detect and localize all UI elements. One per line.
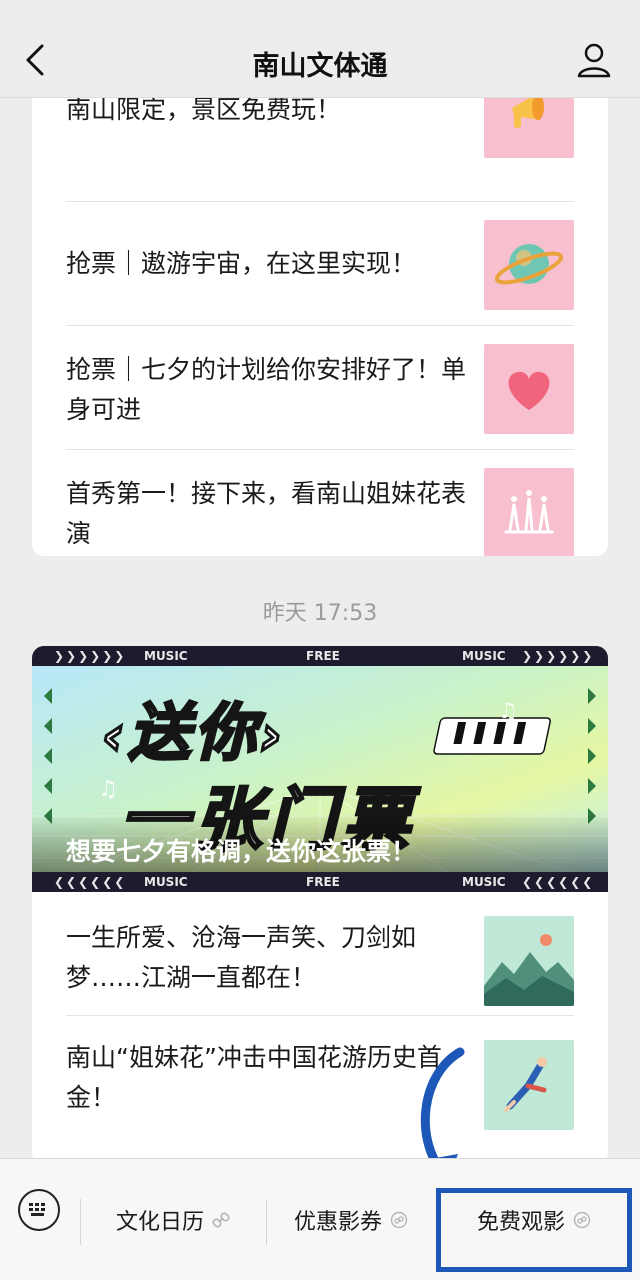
swimmers-thumb [484, 468, 574, 556]
music-note-icon: ♫ [498, 699, 518, 724]
diver-icon [504, 1057, 547, 1112]
article-title: 抢票｜遨游宇宙，在这里实现！ [66, 249, 417, 278]
article-card-bottom: ❯❯❯❯❯❯ MUSIC FREE MUSIC ❯❯❯❯❯❯ ♫ ♫ ‹送你› … [32, 646, 608, 1158]
mini-program-icon [573, 1211, 591, 1229]
article-title: 抢票｜七夕的计划给你安排好了！单身可进 [66, 355, 467, 424]
heart-thumb [484, 344, 574, 434]
article-row[interactable]: 首秀第一！接下来，看南山姐妹花表演 [66, 450, 574, 556]
chevrons-icon: ❮❮❮❮❮❮ [522, 875, 595, 889]
article-title: 南山限定，景区免费玩！ [66, 98, 342, 124]
mini-program-icon [390, 1211, 408, 1229]
banner-strip-label: MUSIC [144, 875, 188, 889]
link-icon [212, 1212, 230, 1228]
menu-item-label: 优惠影券 [293, 1210, 382, 1235]
planet-icon [494, 244, 564, 285]
banner-top-strip: ❯❯❯❯❯❯ MUSIC FREE MUSIC ❯❯❯❯❯❯ [32, 646, 608, 666]
banner-strip-label: MUSIC [462, 649, 506, 663]
menu-item-label: 文化日历 [115, 1210, 204, 1235]
swimmers-icon [504, 490, 554, 534]
planet-thumb [484, 220, 574, 310]
mountain-landscape-icon [484, 934, 574, 1006]
keyboard-toggle-button[interactable] [18, 1189, 60, 1231]
message-feed[interactable]: 南山限定，景区免费玩！ 抢票｜遨游宇宙，在这里实现！ 抢票｜七夕的计划给你安排好… [0, 98, 640, 1158]
article-card-top: 南山限定，景区免费玩！ 抢票｜遨游宇宙，在这里实现！ 抢票｜七夕的计划给你安排好… [32, 98, 608, 556]
menu-item-free-movie[interactable]: 免费观影 [436, 1159, 632, 1280]
profile-icon[interactable] [574, 40, 614, 80]
banner-strip-label: MUSIC [144, 649, 188, 663]
heart-icon [508, 371, 550, 410]
landscape-thumb [484, 916, 574, 1006]
article-row[interactable]: 南山限定，景区免费玩！ [66, 98, 574, 202]
banner-art-line1: ‹送你› [100, 695, 287, 771]
top-nav-bar: 南山文体通 [0, 0, 640, 98]
menu-item-discount-tickets[interactable]: 优惠影券 [266, 1159, 436, 1280]
banner-strip-label: FREE [306, 649, 340, 663]
article-title: 首秀第一！接下来，看南山姐妹花表演 [66, 479, 467, 548]
keyboard-icon [29, 1203, 45, 1216]
megaphone-icon [512, 98, 544, 128]
menu-item-culture-calendar[interactable]: 文化日历 [80, 1159, 266, 1280]
article-row[interactable]: 一生所爱、沧海一声笑、刀剑如梦……江湖一直都在！ [66, 892, 574, 1016]
music-note-icon: ♫ [98, 777, 118, 802]
chevrons-icon: ❯❯❯❯❯❯ [54, 649, 127, 663]
menu-separator [80, 1199, 81, 1245]
article-row[interactable]: 抢票｜七夕的计划给你安排好了！单身可进 [66, 326, 574, 450]
banner-art-text: 送你 [127, 695, 261, 771]
article-row[interactable]: 抢票｜遨游宇宙，在这里实现！ [66, 202, 574, 326]
page-title: 南山文体通 [252, 51, 388, 82]
banner-strip-label: MUSIC [462, 875, 506, 889]
featured-article-banner[interactable]: ❯❯❯❯❯❯ MUSIC FREE MUSIC ❯❯❯❯❯❯ ♫ ♫ ‹送你› … [32, 646, 608, 892]
menu-separator [266, 1199, 267, 1245]
bottom-menu-bar: 文化日历 优惠影券 免费观影 [0, 1158, 640, 1280]
banner-strip-label: FREE [306, 875, 340, 889]
menu-separator [436, 1199, 437, 1245]
megaphone-thumb [484, 98, 574, 158]
message-timestamp: 昨天 17:53 [262, 601, 378, 626]
menu-item-label: 免费观影 [476, 1210, 565, 1235]
article-row[interactable]: 南山“姐妹花”冲击中国花游历史首金！ [66, 1016, 574, 1140]
article-title: 一生所爱、沧海一声笑、刀剑如梦……江湖一直都在！ [66, 923, 417, 992]
diver-thumb [484, 1040, 574, 1130]
chevrons-icon: ❮❮❮❮❮❮ [54, 875, 127, 889]
banner-caption: 想要七夕有格调，送你这张票！ [66, 837, 417, 866]
banner-bottom-strip: ❮❮❮❮❮❮ MUSIC FREE MUSIC ❮❮❮❮❮❮ [32, 872, 608, 892]
chevrons-icon: ❯❯❯❯❯❯ [522, 649, 595, 663]
